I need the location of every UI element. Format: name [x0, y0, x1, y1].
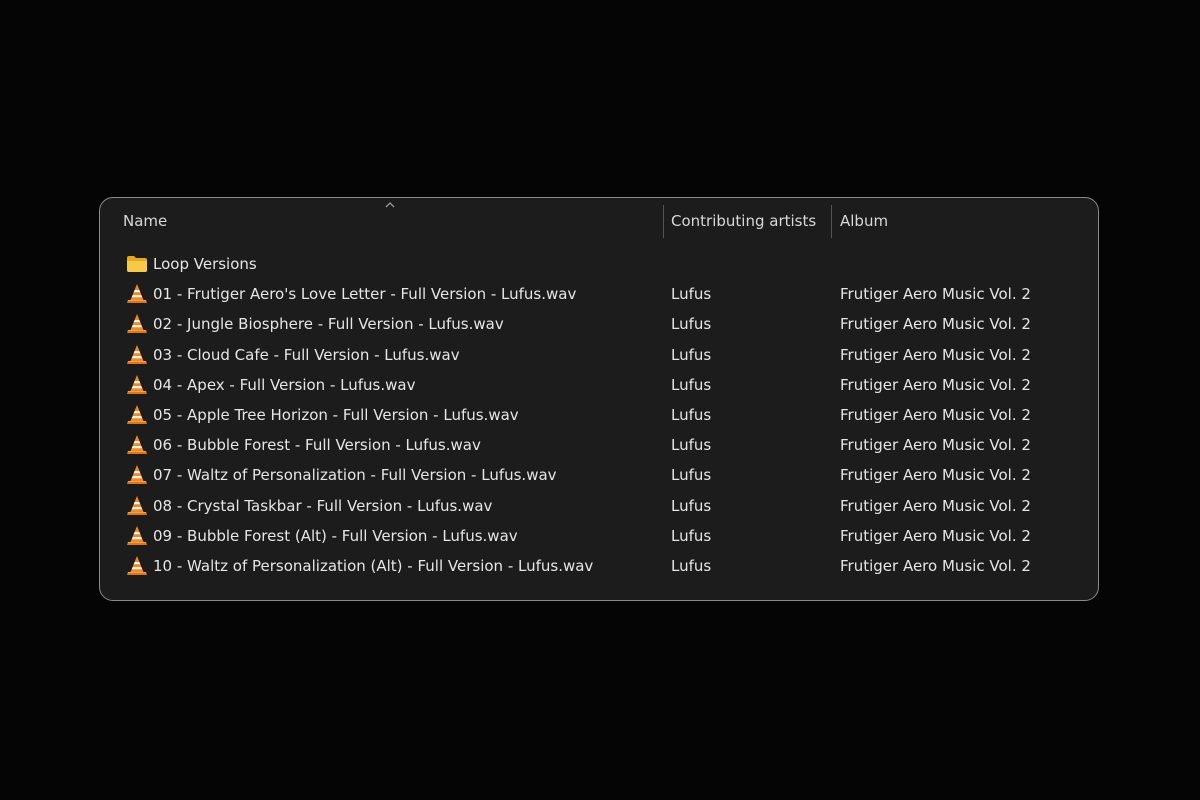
file-name: 10 - Waltz of Personalization (Alt) - Fu… — [153, 556, 594, 575]
file-artist: Lufus — [671, 285, 712, 304]
vlc-cone-icon — [127, 314, 147, 334]
file-row[interactable]: 08 - Crystal Taskbar - Full Version - Lu… — [100, 491, 1098, 521]
file-name: 01 - Frutiger Aero's Love Letter - Full … — [153, 285, 577, 304]
file-row[interactable]: 09 - Bubble Forest (Alt) - Full Version … — [100, 521, 1098, 551]
file-artist: Lufus — [671, 436, 712, 455]
folder-name: Loop Versions — [153, 255, 257, 273]
file-name: 06 - Bubble Forest - Full Version - Lufu… — [153, 436, 481, 455]
file-name: 03 - Cloud Cafe - Full Version - Lufus.w… — [153, 345, 460, 364]
file-album: Frutiger Aero Music Vol. 2 — [840, 285, 1031, 304]
vlc-cone-icon — [127, 495, 147, 515]
folder-row-loop-versions[interactable]: Loop Versions — [100, 249, 1098, 279]
file-row[interactable]: 04 - Apex - Full Version - Lufus.wav Lufu… — [100, 370, 1098, 400]
file-row[interactable]: 06 - Bubble Forest - Full Version - Lufu… — [100, 430, 1098, 460]
file-name: 08 - Crystal Taskbar - Full Version - Lu… — [153, 496, 493, 515]
file-artist: Lufus — [671, 405, 712, 424]
file-name: 05 - Apple Tree Horizon - Full Version -… — [153, 405, 519, 424]
vlc-cone-icon — [127, 525, 147, 545]
file-artist: Lufus — [671, 526, 712, 545]
column-header-contributing-artists[interactable]: Contributing artists — [671, 212, 816, 230]
file-album: Frutiger Aero Music Vol. 2 — [840, 496, 1031, 515]
file-name: 07 - Waltz of Personalization - Full Ver… — [153, 466, 557, 485]
column-divider-name[interactable] — [663, 205, 664, 238]
file-artist: Lufus — [671, 466, 712, 485]
vlc-cone-icon — [127, 374, 147, 394]
file-artist: Lufus — [671, 556, 712, 575]
folder-icon — [127, 256, 147, 272]
file-list-panel: Name Contributing artists Album Loop Ver… — [99, 197, 1099, 601]
file-name: 02 - Jungle Biosphere - Full Version - L… — [153, 315, 504, 334]
column-header-name[interactable]: Name — [123, 212, 167, 230]
vlc-cone-icon — [127, 555, 147, 575]
vlc-cone-icon — [127, 284, 147, 304]
file-album: Frutiger Aero Music Vol. 2 — [840, 375, 1031, 394]
file-row[interactable]: 03 - Cloud Cafe - Full Version - Lufus.w… — [100, 340, 1098, 370]
file-artist: Lufus — [671, 496, 712, 515]
column-header-album[interactable]: Album — [840, 212, 888, 230]
file-album: Frutiger Aero Music Vol. 2 — [840, 436, 1031, 455]
file-album: Frutiger Aero Music Vol. 2 — [840, 345, 1031, 364]
chevron-up-icon — [385, 202, 395, 208]
file-album: Frutiger Aero Music Vol. 2 — [840, 556, 1031, 575]
vlc-cone-icon — [127, 344, 147, 364]
column-divider-artists[interactable] — [831, 205, 832, 238]
vlc-cone-icon — [127, 404, 147, 424]
file-name: 09 - Bubble Forest (Alt) - Full Version … — [153, 526, 518, 545]
file-album: Frutiger Aero Music Vol. 2 — [840, 526, 1031, 545]
file-row[interactable]: 01 - Frutiger Aero's Love Letter - Full … — [100, 279, 1098, 309]
file-row[interactable]: 02 - Jungle Biosphere - Full Version - L… — [100, 309, 1098, 339]
file-row[interactable]: 05 - Apple Tree Horizon - Full Version -… — [100, 400, 1098, 430]
file-name: 04 - Apex - Full Version - Lufus.wav — [153, 375, 416, 394]
file-album: Frutiger Aero Music Vol. 2 — [840, 315, 1031, 334]
file-artist: Lufus — [671, 315, 712, 334]
vlc-cone-icon — [127, 435, 147, 455]
file-artist: Lufus — [671, 345, 712, 364]
file-row[interactable]: 07 - Waltz of Personalization - Full Ver… — [100, 460, 1098, 490]
file-album: Frutiger Aero Music Vol. 2 — [840, 466, 1031, 485]
file-album: Frutiger Aero Music Vol. 2 — [840, 405, 1031, 424]
file-list: Loop Versions 01 - Frutiger Aero's Love … — [100, 249, 1098, 581]
vlc-cone-icon — [127, 465, 147, 485]
column-header-bar: Name Contributing artists Album — [100, 198, 1098, 244]
file-row[interactable]: 10 - Waltz of Personalization (Alt) - Fu… — [100, 551, 1098, 581]
file-artist: Lufus — [671, 375, 712, 394]
